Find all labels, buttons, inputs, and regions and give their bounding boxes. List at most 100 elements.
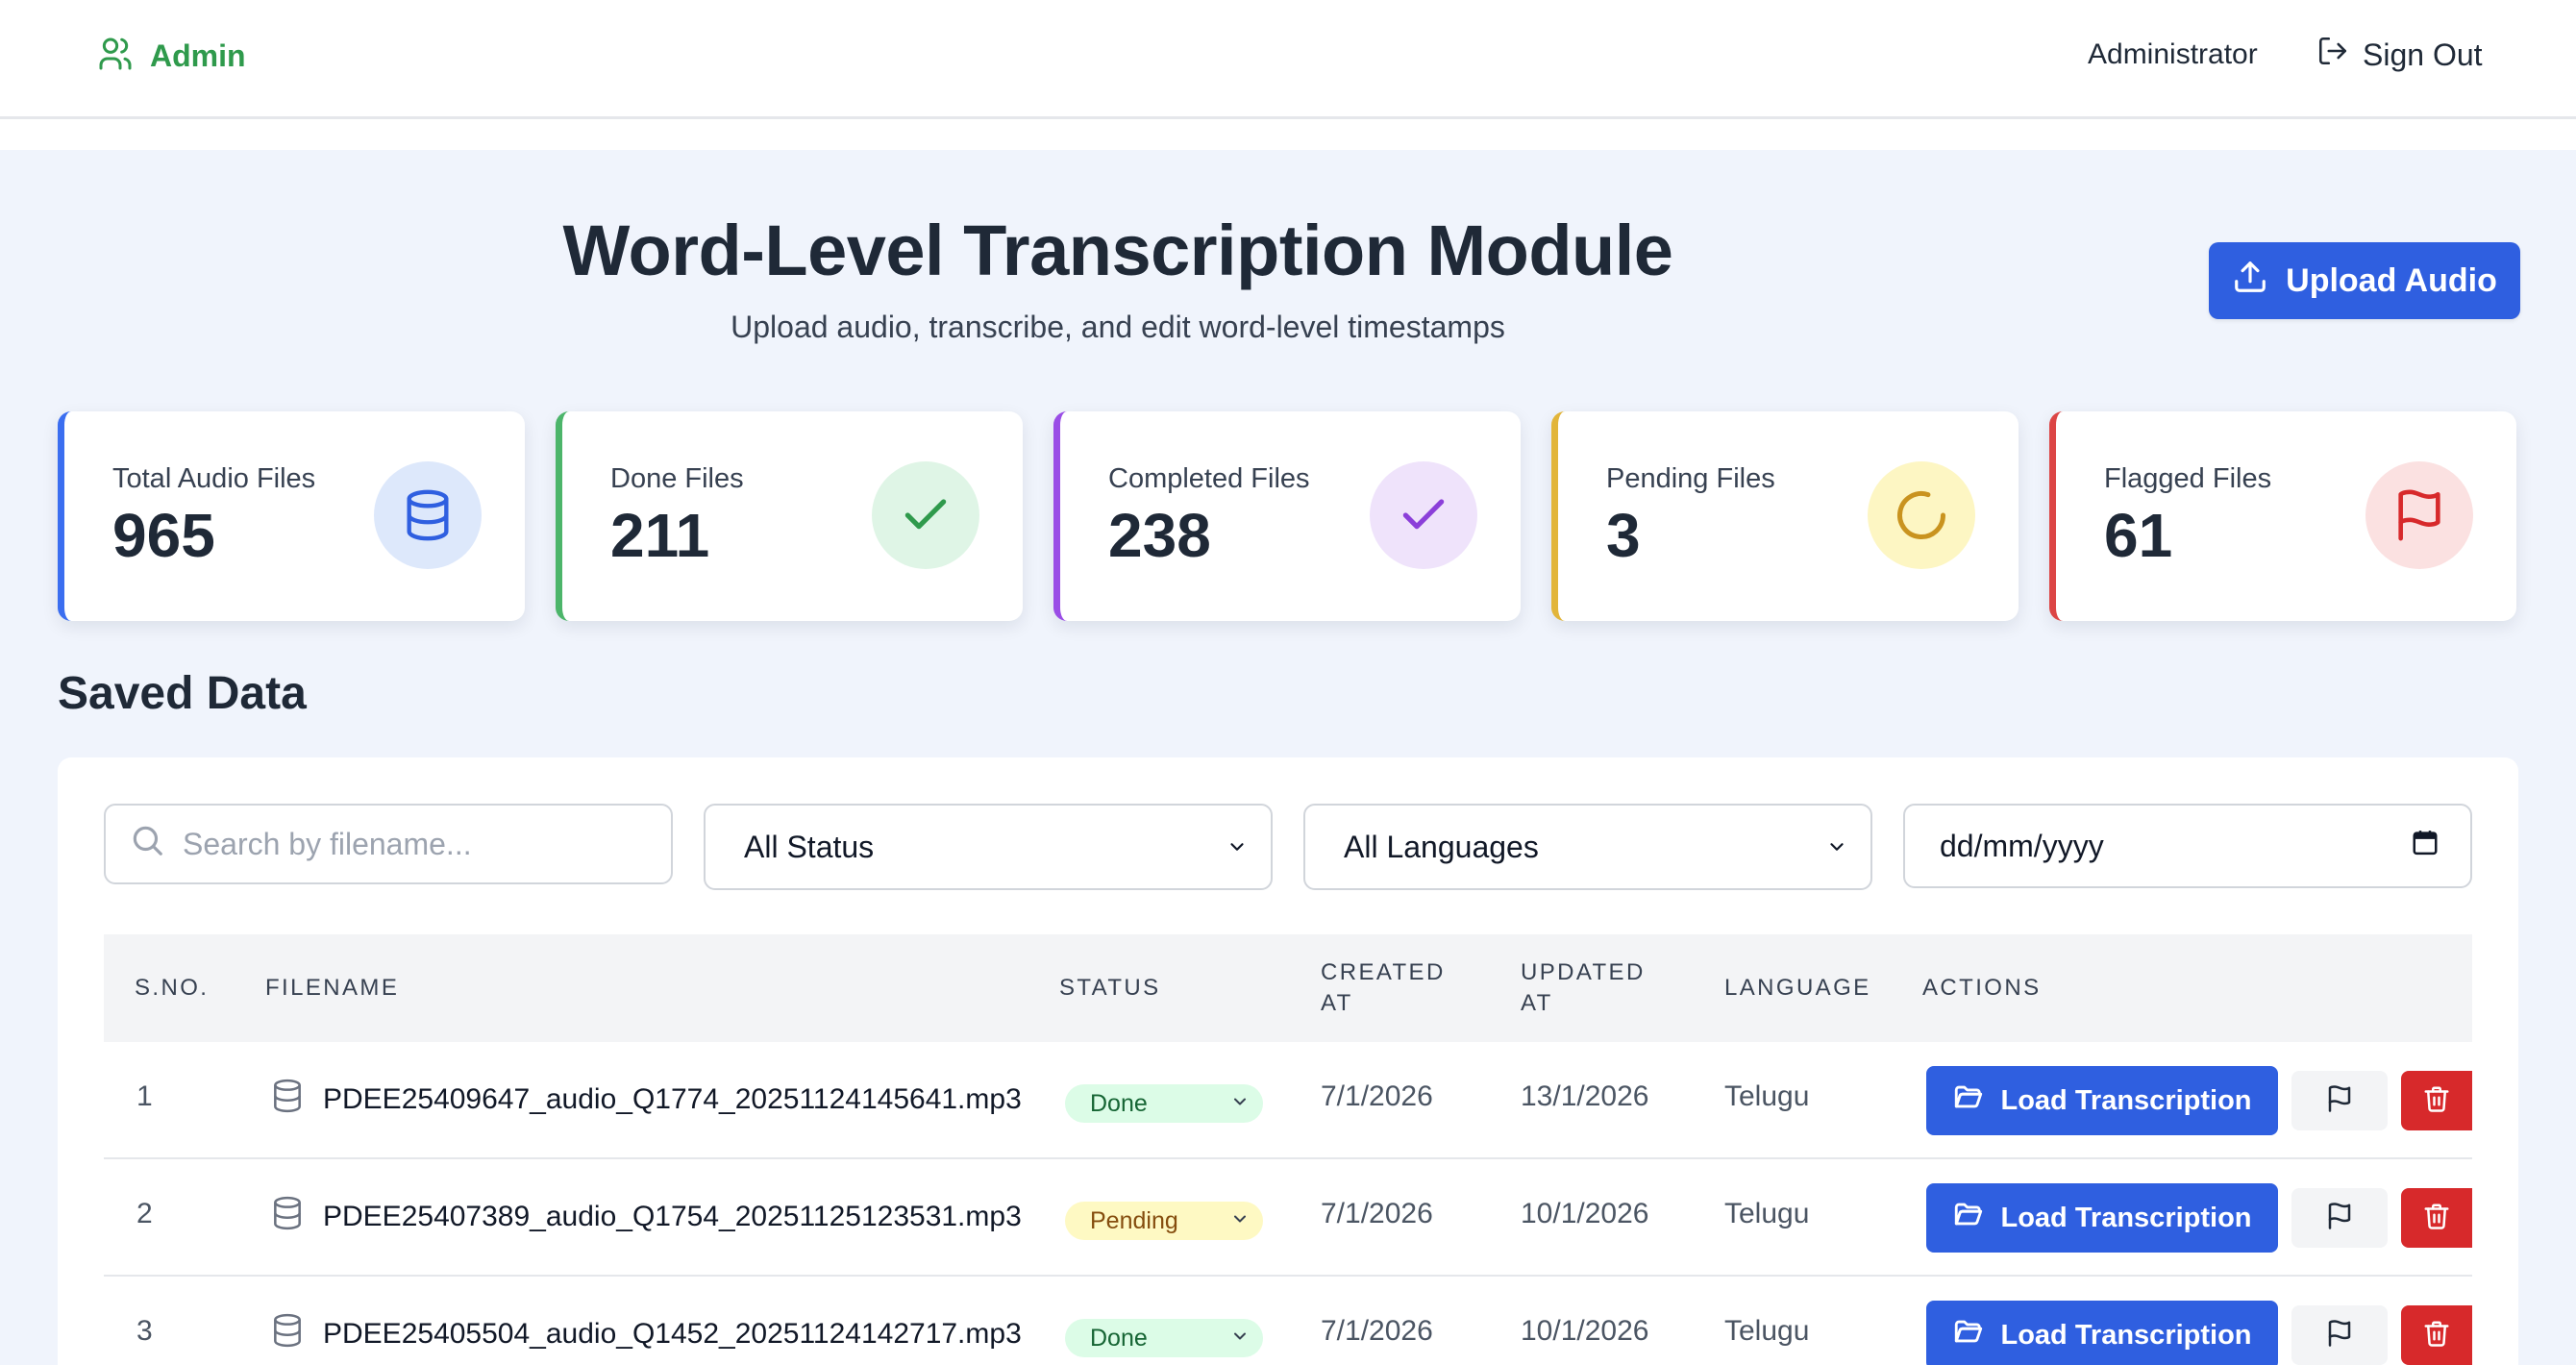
filename-text: PDEE25409647_audio_Q1774_20251124145641.…: [323, 1083, 1022, 1115]
status-text: Pending: [1090, 1206, 1178, 1234]
row-updated-at: 10/1/2026: [1521, 1315, 1649, 1347]
flag-button[interactable]: [2291, 1188, 2388, 1248]
database-icon: [374, 461, 482, 569]
filename-text: PDEE25407389_audio_Q1754_20251125123531.…: [323, 1201, 1022, 1232]
row-created-at: 7/1/2026: [1321, 1198, 1433, 1229]
flag-icon: [2365, 461, 2473, 569]
row-language: Telugu: [1724, 1080, 1810, 1112]
brand-label: Admin: [150, 38, 246, 73]
column-header-actions: ACTIONS: [1922, 975, 2042, 1001]
database-icon: [269, 1311, 306, 1357]
brand-link[interactable]: Admin: [96, 35, 246, 78]
page-subtitle: Upload audio, transcribe, and edit word-…: [731, 310, 1505, 344]
search-placeholder: Search by filename...: [183, 826, 472, 861]
stat-card-pending: Pending Files 3: [1551, 411, 2019, 621]
top-navbar: Admin Administrator Sign Out: [0, 0, 2576, 119]
stat-card-done: Done Files 211: [556, 411, 1023, 621]
status-select[interactable]: Done: [1065, 1319, 1263, 1357]
status-text: Done: [1090, 1324, 1148, 1352]
folder-open-icon: [1952, 1315, 1985, 1355]
stat-value: 965: [112, 501, 215, 570]
saved-data-title: Saved Data: [58, 668, 307, 719]
row-language: Telugu: [1724, 1315, 1810, 1347]
column-header-created: CREATED AT: [1321, 957, 1446, 1019]
spinner-icon: [1868, 461, 1975, 569]
log-out-icon: [2316, 35, 2349, 75]
stat-value: 61: [2104, 501, 2173, 570]
stat-value: 211: [610, 501, 710, 570]
table-row: 3 PDEE25405504_audio_Q1452_2025112414271…: [104, 1277, 2472, 1365]
row-filename: PDEE25407389_audio_Q1754_20251125123531.…: [269, 1194, 1022, 1240]
chevron-down-icon: [1226, 830, 1248, 865]
chevron-down-icon: [1230, 1090, 1250, 1118]
database-icon: [269, 1077, 306, 1123]
column-header-language: LANGUAGE: [1724, 975, 1871, 1001]
flag-button[interactable]: [2291, 1305, 2388, 1365]
row-updated-at: 13/1/2026: [1521, 1080, 1649, 1112]
stat-card-completed: Completed Files 238: [1053, 411, 1521, 621]
user-name: Administrator: [2088, 38, 2258, 70]
language-filter-select[interactable]: All Languages: [1303, 804, 1872, 890]
delete-button[interactable]: [2401, 1071, 2472, 1130]
table-header: S.NO. FILENAME STATUS CREATED AT UPDATED…: [104, 934, 2472, 1042]
column-header-sno: S.NO.: [135, 975, 210, 1001]
load-transcription-label: Load Transcription: [2000, 1319, 2252, 1351]
upload-audio-label: Upload Audio: [2286, 261, 2497, 299]
language-filter-value: All Languages: [1344, 829, 1539, 864]
page-title: Word-Level Transcription Module: [562, 211, 1673, 290]
table-row: 1 PDEE25409647_audio_Q1774_2025112414564…: [104, 1042, 2472, 1159]
stat-value: 238: [1108, 501, 1211, 570]
stat-label: Total Audio Files: [112, 463, 316, 494]
delete-button[interactable]: [2401, 1305, 2472, 1365]
status-select[interactable]: Pending: [1065, 1202, 1263, 1240]
column-header-filename: FILENAME: [265, 975, 400, 1001]
row-sno: 2: [136, 1198, 153, 1229]
trash-icon: [2422, 1202, 2451, 1235]
search-input[interactable]: Search by filename...: [104, 804, 673, 884]
date-filter-input[interactable]: dd/mm/yyyy: [1903, 804, 2472, 888]
row-language: Telugu: [1724, 1198, 1810, 1229]
column-header-updated-line2: AT: [1521, 990, 1553, 1016]
column-header-created-line2: AT: [1321, 990, 1353, 1016]
load-transcription-button[interactable]: Load Transcription: [1926, 1301, 2278, 1365]
status-select[interactable]: Done: [1065, 1084, 1263, 1123]
date-placeholder: dd/mm/yyyy: [1940, 828, 2104, 863]
column-header-status: STATUS: [1059, 975, 1161, 1001]
row-created-at: 7/1/2026: [1321, 1315, 1433, 1347]
header-spacer: [0, 119, 2576, 150]
delete-button[interactable]: [2401, 1188, 2472, 1248]
trash-icon: [2422, 1084, 2451, 1118]
status-text: Done: [1090, 1089, 1148, 1117]
status-filter-select[interactable]: All Status: [704, 804, 1273, 890]
sign-out-button[interactable]: Sign Out: [2316, 35, 2483, 75]
column-header-updated-line1: UPDATED: [1521, 959, 1646, 985]
upload-icon: [2232, 259, 2268, 304]
stat-card-flagged: Flagged Files 61: [2049, 411, 2516, 621]
load-transcription-button[interactable]: Load Transcription: [1926, 1066, 2278, 1135]
table-row: 2 PDEE25407389_audio_Q1754_2025112512353…: [104, 1159, 2472, 1277]
users-icon: [96, 35, 135, 78]
row-filename: PDEE25405504_audio_Q1452_20251124142717.…: [269, 1311, 1022, 1357]
stat-label: Completed Files: [1108, 463, 1310, 494]
stat-label: Done Files: [610, 463, 744, 494]
calendar-icon[interactable]: [2411, 828, 2440, 864]
saved-data-panel: Search by filename... All Status All Lan…: [58, 757, 2518, 1365]
load-transcription-label: Load Transcription: [2000, 1084, 2252, 1116]
row-created-at: 7/1/2026: [1321, 1080, 1433, 1112]
row-sno: 1: [136, 1080, 153, 1112]
chevron-down-icon: [1230, 1325, 1250, 1353]
column-header-created-line1: CREATED: [1321, 959, 1446, 985]
sign-out-label: Sign Out: [2363, 37, 2483, 72]
check-icon: [872, 461, 979, 569]
filename-text: PDEE25405504_audio_Q1452_20251124142717.…: [323, 1318, 1022, 1350]
column-header-updated: UPDATED AT: [1521, 957, 1646, 1019]
stat-value: 3: [1606, 501, 1641, 570]
trash-icon: [2422, 1319, 2451, 1353]
folder-open-icon: [1952, 1198, 1985, 1238]
status-filter-value: All Status: [744, 829, 875, 864]
stat-label: Flagged Files: [2104, 463, 2272, 494]
upload-audio-button[interactable]: Upload Audio: [2209, 242, 2520, 319]
load-transcription-button[interactable]: Load Transcription: [1926, 1183, 2278, 1253]
chevron-down-icon: [1230, 1207, 1250, 1235]
flag-button[interactable]: [2291, 1071, 2388, 1130]
